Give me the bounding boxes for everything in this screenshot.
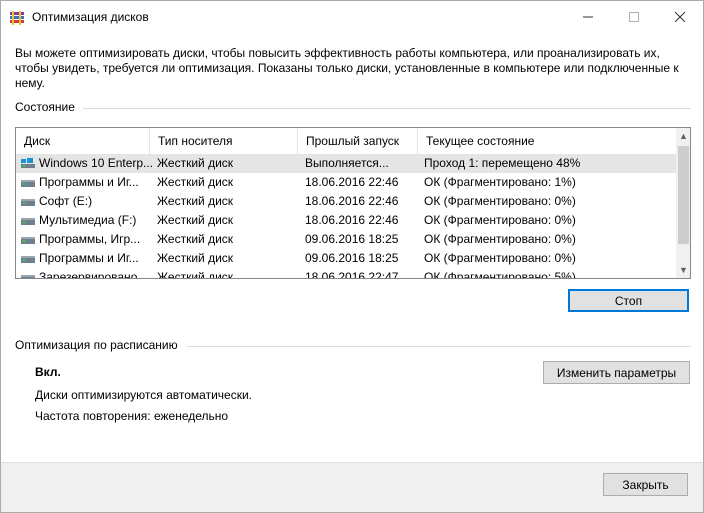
maximize-button[interactable] (611, 1, 657, 32)
drive-row[interactable]: Зарезервировано... Жесткий диск 18.06.20… (16, 268, 676, 278)
maximize-icon (629, 11, 639, 22)
drive-media-type: Жесткий диск (157, 156, 234, 170)
drive-last-run: 18.06.2016 22:46 (305, 175, 399, 189)
column-header-last-run[interactable]: Прошлый запуск (298, 128, 418, 154)
drive-last-run: 18.06.2016 22:46 (305, 213, 399, 227)
drive-last-run: 09.06.2016 18:25 (305, 251, 399, 265)
drive-row[interactable]: Программы, Игр... Жесткий диск 09.06.201… (16, 230, 676, 249)
schedule-frequency-text: Частота повторения: еженедельно (35, 409, 229, 423)
drive-status: ОК (Фрагментировано: 0%) (424, 213, 576, 227)
footer-bar: Закрыть (1, 462, 703, 512)
title-bar: Оптимизация дисков (1, 1, 703, 33)
drives-list[interactable]: Диск Тип носителя Прошлый запуск Текущее… (15, 127, 691, 279)
drive-status: ОК (Фрагментировано: 0%) (424, 232, 576, 246)
minimize-icon (583, 16, 593, 17)
drive-name: Софт (E:) (39, 194, 93, 208)
drive-icon (21, 180, 35, 187)
drive-media-type: Жесткий диск (157, 213, 234, 227)
minimize-button[interactable] (565, 1, 611, 32)
drive-status: ОК (Фрагментировано: 0%) (424, 194, 576, 208)
close-window-button[interactable] (657, 1, 703, 32)
drive-name: Мультимедиа (F:) (39, 213, 137, 227)
drive-icon (21, 199, 35, 206)
drive-media-type: Жесткий диск (157, 194, 234, 208)
drive-row[interactable]: Программы и Иг... Жесткий диск 09.06.201… (16, 249, 676, 268)
column-header-current-status[interactable]: Текущее состояние (418, 128, 676, 154)
window-title: Оптимизация дисков (32, 10, 149, 24)
schedule-state: Вкл. (35, 365, 61, 379)
drive-row[interactable]: Программы и Иг... Жесткий диск 18.06.201… (16, 173, 676, 192)
schedule-section-label: Оптимизация по расписанию (15, 338, 178, 352)
drive-last-run: 18.06.2016 22:46 (305, 194, 399, 208)
drive-name: Windows 10 Enterp... (39, 156, 154, 170)
drive-name: Программы, Игр... (39, 232, 141, 246)
drives-list-header: Диск Тип носителя Прошлый запуск Текущее… (16, 128, 676, 154)
drive-name: Зарезервировано... (39, 270, 148, 278)
drives-list-rows: Windows 10 Enterp... Жесткий диск Выполн… (16, 154, 676, 278)
schedule-section-divider (187, 346, 691, 347)
scroll-up-arrow-icon[interactable]: ▲ (676, 128, 690, 144)
drive-last-run: Выполняется... (305, 156, 389, 170)
description-text: Вы можете оптимизировать диски, чтобы по… (15, 46, 679, 90)
drive-status: ОК (Фрагментировано: 1%) (424, 175, 576, 189)
drive-icon (21, 256, 35, 263)
status-section-label: Состояние (15, 100, 75, 114)
drive-icon (21, 218, 35, 225)
drive-media-type: Жесткий диск (157, 270, 234, 278)
close-icon (675, 11, 685, 22)
stop-button[interactable]: Стоп (568, 289, 689, 312)
drives-list-scrollbar[interactable]: ▲ ▼ (676, 128, 690, 278)
drive-row[interactable]: Софт (E:) Жесткий диск 18.06.2016 22:46 … (16, 192, 676, 211)
drive-media-type: Жесткий диск (157, 251, 234, 265)
drive-status: Проход 1: перемещено 48% (424, 156, 581, 170)
column-header-media-type[interactable]: Тип носителя (150, 128, 298, 154)
drive-media-type: Жесткий диск (157, 232, 234, 246)
column-header-disk[interactable]: Диск (16, 128, 150, 154)
drive-row[interactable]: Мультимедиа (F:) Жесткий диск 18.06.2016… (16, 211, 676, 230)
schedule-auto-text: Диски оптимизируются автоматически. (35, 388, 253, 402)
drive-icon (21, 237, 35, 244)
drive-name: Программы и Иг... (39, 175, 139, 189)
drive-status: ОК (Фрагментировано: 0%) (424, 251, 576, 265)
scroll-down-arrow-icon[interactable]: ▼ (676, 262, 690, 278)
close-button[interactable]: Закрыть (603, 473, 688, 496)
drive-media-type: Жесткий диск (157, 175, 234, 189)
drive-last-run: 09.06.2016 18:25 (305, 232, 399, 246)
drive-icon (21, 275, 35, 278)
windows-drive-icon (21, 158, 35, 168)
drive-last-run: 18.06.2016 22:47 (305, 270, 399, 278)
optimize-drives-window: Оптимизация дисков Вы можете оптимизиров… (0, 0, 704, 513)
status-section-divider (83, 108, 691, 109)
drive-name: Программы и Иг... (39, 251, 139, 265)
change-settings-button[interactable]: Изменить параметры (543, 361, 690, 384)
scrollbar-thumb[interactable] (678, 146, 689, 244)
defrag-app-icon (10, 11, 24, 25)
drive-status: ОК (Фрагментировано: 5%) (424, 270, 576, 278)
drive-row[interactable]: Windows 10 Enterp... Жесткий диск Выполн… (16, 154, 676, 173)
